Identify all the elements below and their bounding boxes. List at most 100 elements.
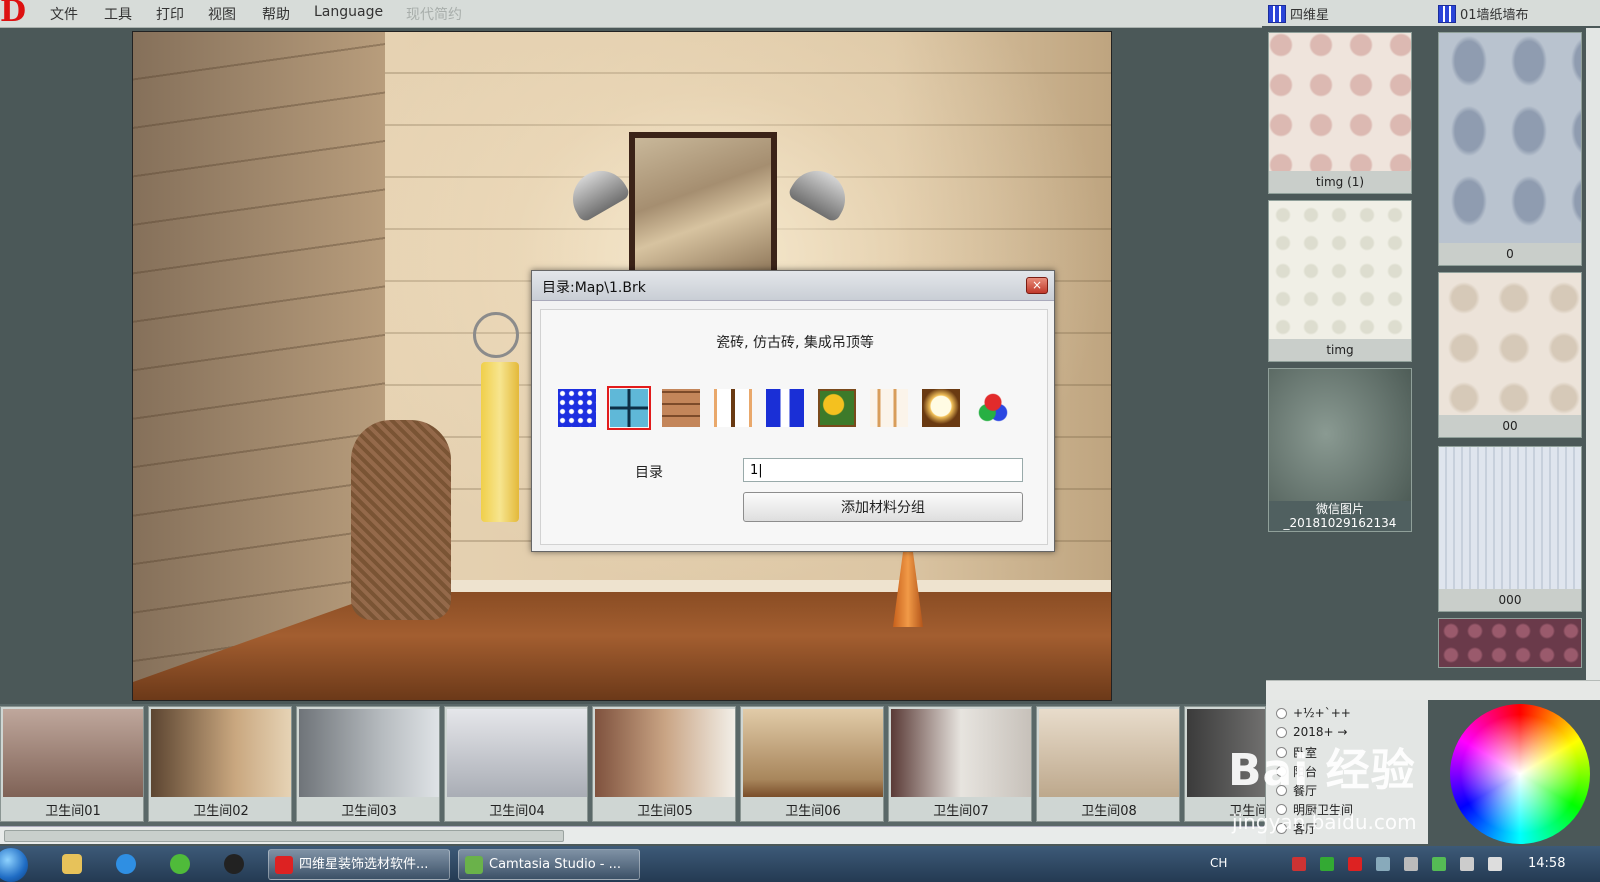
- menu-print[interactable]: 打印: [156, 4, 184, 24]
- catalog-tab-wallpaper[interactable]: 01墙纸墙布: [1438, 4, 1529, 23]
- left-wall: [133, 32, 385, 700]
- watermark-url: jingyan.baidu.com: [1232, 810, 1417, 834]
- brick-icon[interactable]: [659, 386, 703, 430]
- scrollbar-thumb[interactable]: [4, 830, 564, 842]
- battery-icon[interactable]: [1488, 857, 1502, 871]
- add-material-group-button[interactable]: 添加材料分组: [743, 492, 1023, 522]
- scene-thumbnail[interactable]: 卫生间08: [1036, 706, 1180, 822]
- material-panel-right: 0 00 000: [1436, 28, 1586, 680]
- wechat-icon[interactable]: [170, 854, 190, 874]
- color-wheel-picker[interactable]: [1450, 704, 1590, 844]
- dialog-title: 目录:Map\1.Brk: [542, 280, 646, 296]
- material-caption: 00: [1439, 415, 1581, 437]
- directory-dialog: 目录:Map\1.Brk × 瓷砖, 仿古砖, 集成吊顶等 目录 1| 添加材料…: [531, 270, 1055, 552]
- browser-icon[interactable]: [116, 854, 136, 874]
- task-label: Camtasia Studio - ...: [489, 857, 622, 872]
- material-panel-left: timg (1) timg 微信图片 _20181029162134: [1266, 28, 1414, 680]
- catalog-header-bar: 四维星 01墙纸墙布: [1262, 0, 1600, 26]
- material-caption: timg (1): [1269, 171, 1411, 193]
- menu-language[interactable]: Language: [314, 4, 383, 20]
- material-caption: timg: [1269, 339, 1411, 361]
- scene-label: 卫生间05: [637, 804, 693, 819]
- room-option-label: +½+`++: [1293, 706, 1351, 720]
- menu-file[interactable]: 文件: [50, 4, 78, 24]
- tray-4d-icon[interactable]: [1348, 857, 1362, 871]
- scene-label: 卫生间02: [193, 804, 249, 819]
- menu-style-modern: 现代简约: [406, 7, 462, 23]
- window-tile-icon[interactable]: [607, 386, 651, 430]
- material-caption: 0: [1439, 243, 1581, 265]
- task-label: 四维星装饰选材软件...: [299, 857, 429, 872]
- menu-view[interactable]: 视图: [208, 4, 236, 24]
- material-caption: 000: [1439, 589, 1581, 611]
- material-selector-strip[interactable]: [1266, 680, 1600, 700]
- volume-icon[interactable]: [1460, 857, 1474, 871]
- scene-thumbnail[interactable]: 卫生间01: [0, 706, 144, 822]
- qq-penguin-icon[interactable]: [224, 854, 244, 874]
- scene-label: 卫生间01: [45, 804, 101, 819]
- chair-icon[interactable]: [867, 386, 911, 430]
- wall-painting: [629, 132, 777, 282]
- blue-tile-pattern-icon[interactable]: [555, 386, 599, 430]
- scene-thumbnail[interactable]: 卫生间06: [740, 706, 884, 822]
- clock[interactable]: 14:58: [1528, 856, 1565, 871]
- material-tile[interactable]: 0: [1438, 32, 1582, 266]
- rgb-circles-icon[interactable]: [971, 386, 1015, 430]
- catalog-grid-icon: [1268, 4, 1286, 23]
- material-caption: 微信图片 _20181029162134: [1269, 501, 1411, 531]
- start-button[interactable]: [0, 848, 28, 882]
- directory-label: 目录: [635, 465, 663, 481]
- app-logo: D: [0, 0, 27, 29]
- tray-shield-icon[interactable]: [1376, 857, 1390, 871]
- taskbar-app-4d[interactable]: 四维星装饰选材软件...: [268, 849, 450, 880]
- scene-thumbnail[interactable]: 卫生间07: [888, 706, 1032, 822]
- tray-network-icon[interactable]: [1404, 857, 1418, 871]
- sunflower-painting-icon[interactable]: [815, 386, 859, 430]
- scene-label: 卫生间06: [785, 804, 841, 819]
- door-icon[interactable]: [711, 386, 755, 430]
- dialog-body: 瓷砖, 仿古砖, 集成吊顶等 目录 添加材料分组: [540, 309, 1048, 545]
- menu-help[interactable]: 帮助: [262, 4, 290, 24]
- wicker-basket: [351, 420, 451, 620]
- tray-app-icon[interactable]: [1432, 857, 1446, 871]
- scene-thumbnail[interactable]: 卫生间05: [592, 706, 736, 822]
- dialog-caption: 瓷砖, 仿古砖, 集成吊顶等: [716, 335, 874, 351]
- scene-thumbnail[interactable]: 卫生间03: [296, 706, 440, 822]
- scene-thumbnail[interactable]: 卫生间02: [148, 706, 292, 822]
- towel: [481, 362, 519, 522]
- menu-bar: D 文件 工具 打印 视图 帮助 Language 现代简约: [0, 0, 1262, 29]
- baidu-watermark: Bai 经验: [1228, 745, 1416, 796]
- camtasia-icon: [465, 856, 483, 874]
- curtain-icon[interactable]: [763, 386, 807, 430]
- close-icon[interactable]: ×: [1026, 277, 1048, 294]
- scene-label: 卫生间03: [341, 804, 397, 819]
- menu-tools[interactable]: 工具: [104, 4, 132, 24]
- scene-label: 卫生间04: [489, 804, 545, 819]
- scene-label: 卫生间08: [1081, 804, 1137, 819]
- material-tile[interactable]: 000: [1438, 446, 1582, 612]
- catalog-tab-label: 01墙纸墙布: [1460, 8, 1529, 23]
- scene-thumbnail[interactable]: 卫生间04: [444, 706, 588, 822]
- catalog-tab-sivxing[interactable]: 四维星: [1268, 4, 1329, 23]
- scene-thumbnail-strip: 卫生间01 卫生间02 卫生间03 卫生间04 卫生间05 卫生间06 卫生间0…: [0, 704, 1266, 826]
- app-4d-icon: [275, 856, 293, 874]
- tray-flag-icon[interactable]: [1292, 857, 1306, 871]
- light-bulb-icon[interactable]: [919, 386, 963, 430]
- material-tile[interactable]: timg: [1268, 200, 1412, 362]
- catalog-tab-label: 四维星: [1290, 8, 1330, 23]
- material-scrollbar[interactable]: [1586, 28, 1600, 680]
- directory-input[interactable]: [743, 458, 1023, 482]
- folder-icon[interactable]: [62, 854, 82, 874]
- towel-ring: [473, 312, 519, 358]
- material-tile[interactable]: timg (1): [1268, 32, 1412, 194]
- tray-security-icon[interactable]: [1320, 857, 1334, 871]
- room-option[interactable]: +½+`++: [1276, 706, 1351, 720]
- input-language[interactable]: CH: [1210, 856, 1227, 870]
- taskbar-camtasia[interactable]: Camtasia Studio - ...: [458, 849, 640, 880]
- material-tile[interactable]: 微信图片 _20181029162134: [1268, 368, 1412, 532]
- radio-icon: [1276, 707, 1287, 719]
- material-tile[interactable]: [1438, 618, 1582, 668]
- dialog-titlebar[interactable]: 目录:Map\1.Brk ×: [532, 271, 1054, 301]
- thumbnail-scrollbar[interactable]: [0, 826, 1266, 844]
- material-tile[interactable]: 00: [1438, 272, 1582, 438]
